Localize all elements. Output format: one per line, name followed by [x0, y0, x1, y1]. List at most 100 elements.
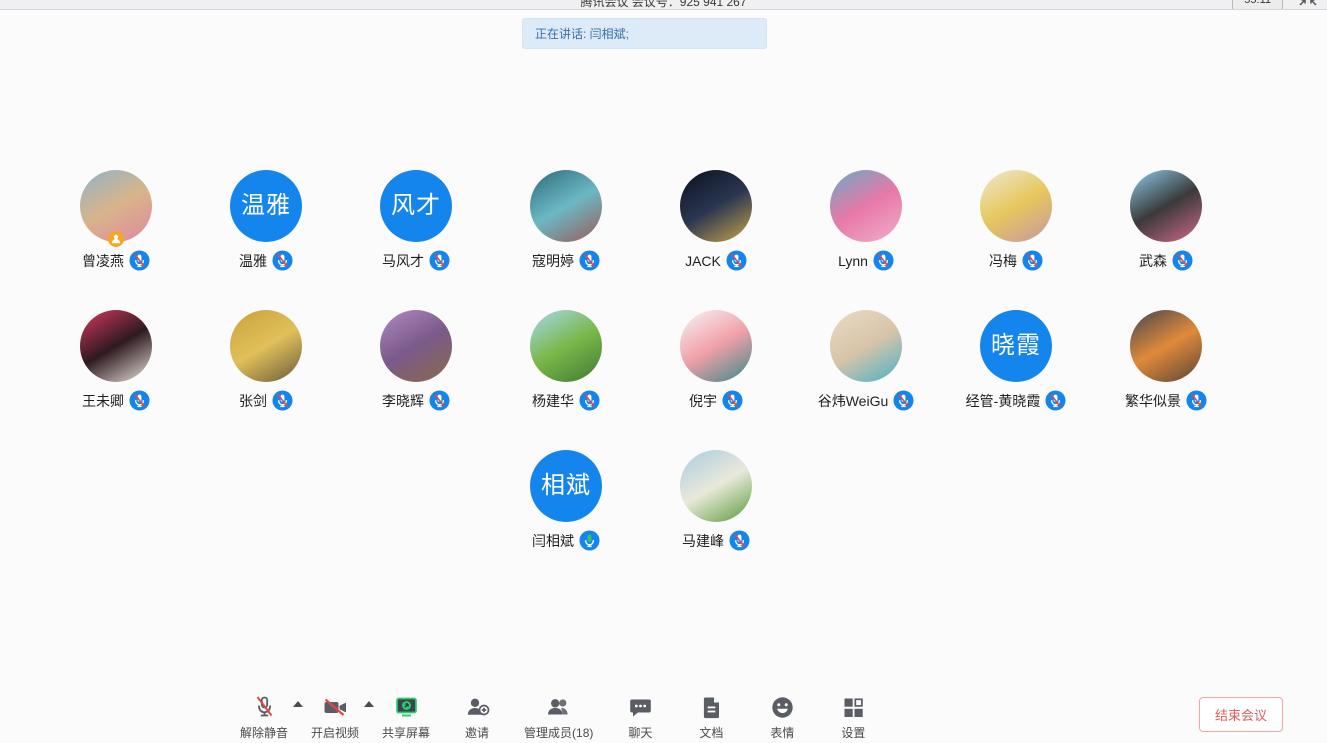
mic-muted-icon — [579, 250, 600, 271]
avatar: 温雅 — [230, 170, 302, 242]
toolbar-item-settings[interactable]: 设置 — [829, 694, 877, 741]
participant-tile[interactable]: 繁华似景 — [1091, 310, 1241, 450]
mic-muted-icon — [251, 694, 278, 721]
toolbar-item-start-video[interactable]: 开启视频 — [311, 694, 359, 741]
avatar: 风才 — [380, 170, 452, 242]
participant-name-row: 马建峰 — [682, 530, 750, 551]
toolbar-item-invite[interactable]: 邀请 — [453, 694, 501, 741]
participant-tile[interactable]: 王未卿 — [41, 310, 191, 450]
participant-tile[interactable]: 相斌 闫相斌 — [491, 450, 641, 590]
participant-name-row: 经管-黄晓霞 — [966, 390, 1067, 411]
participant-name-row: 曾凌燕 — [82, 250, 150, 271]
participant-tile[interactable]: 寇明婷 — [491, 170, 641, 310]
participant-tile[interactable]: 冯梅 — [941, 170, 1091, 310]
chat-icon — [627, 694, 654, 721]
participant-name: JACK — [685, 253, 721, 269]
camera-off-icon — [322, 694, 349, 721]
participant-tile[interactable]: 杨建华 — [491, 310, 641, 450]
participant-name-row: 杨建华 — [532, 390, 600, 411]
toolbar-item-share-screen[interactable]: 共享屏幕 — [382, 694, 430, 741]
participant-name-row: 闫相斌 — [532, 530, 600, 551]
participant-tile[interactable]: 风才 马风才 — [341, 170, 491, 310]
mic-muted-icon — [1022, 250, 1043, 271]
participant-name-row: 李晓辉 — [382, 390, 450, 411]
participant-name: 繁华似景 — [1125, 391, 1181, 411]
end-meeting-button[interactable]: 结束会议 — [1199, 697, 1283, 732]
avatar-initials: 风才 — [391, 194, 441, 218]
mic-muted-icon — [893, 390, 914, 411]
avatar — [680, 310, 752, 382]
mic-muted-icon — [1045, 390, 1066, 411]
meeting-title: 腾讯会议 会议号：925 941 267 — [0, 0, 1327, 10]
toolbar-item-docs[interactable]: 文档 — [687, 694, 735, 741]
active-speaker-banner: 正在讲话: 闫相斌; — [522, 18, 767, 49]
participant-name: 杨建华 — [532, 391, 574, 411]
avatar-initials: 相斌 — [541, 474, 591, 498]
participant-name-row: 冯梅 — [989, 250, 1043, 271]
toolbar-item-chat[interactable]: 聊天 — [616, 694, 664, 741]
toolbar-item-manage-members[interactable]: 管理成员(18) — [524, 694, 593, 741]
mic-muted-icon — [272, 390, 293, 411]
mic-on-icon — [579, 530, 600, 551]
avatar-initials: 晓霞 — [991, 334, 1041, 358]
fullscreen-toggle-icon[interactable] — [1297, 0, 1319, 8]
toolbar-item-label: 解除静音 — [240, 724, 288, 741]
participant-tile[interactable]: 晓霞 经管-黄晓霞 — [941, 310, 1091, 450]
participant-name: 王未卿 — [82, 391, 124, 411]
avatar — [530, 310, 602, 382]
participant-tile[interactable]: 谷炜WeiGu — [791, 310, 941, 450]
meeting-timer: 55:11 — [1232, 0, 1283, 10]
document-icon — [698, 694, 725, 721]
share-screen-icon — [393, 694, 420, 721]
participant-name: 冯梅 — [989, 251, 1017, 271]
settings-icon — [840, 694, 867, 721]
participant-name-row: 倪宇 — [689, 390, 743, 411]
avatar — [830, 170, 902, 242]
participant-tile[interactable]: 温雅 温雅 — [191, 170, 341, 310]
participants-grid: 曾凌燕 温雅 温雅 风才 马风才 — [41, 170, 1241, 590]
participant-tile[interactable]: 武森 — [1091, 170, 1241, 310]
mic-muted-icon — [873, 250, 894, 271]
avatar-initials: 温雅 — [241, 194, 291, 218]
participant-tile[interactable]: 张剑 — [191, 310, 341, 450]
mic-muted-icon — [726, 250, 747, 271]
participant-tile[interactable]: 曾凌燕 — [41, 170, 191, 310]
participant-name-row: JACK — [685, 250, 747, 271]
participant-tile[interactable]: Lynn — [791, 170, 941, 310]
mic-muted-icon — [129, 390, 150, 411]
active-speaker-label: 正在讲话: 闫相斌; — [535, 27, 629, 41]
toolbar-item-label: 文档 — [699, 724, 723, 741]
emoji-icon — [769, 694, 796, 721]
participant-name: 李晓辉 — [382, 391, 424, 411]
participant-name-row: 繁华似景 — [1125, 390, 1207, 411]
mic-muted-icon — [1172, 250, 1193, 271]
participant-tile[interactable]: 马建峰 — [641, 450, 791, 590]
participant-name: 闫相斌 — [532, 531, 574, 551]
toolbar-item-label: 聊天 — [628, 724, 652, 741]
avatar — [530, 170, 602, 242]
expand-arrow-icon[interactable] — [293, 701, 303, 707]
avatar — [680, 450, 752, 522]
participant-name-row: Lynn — [838, 250, 894, 271]
participant-name: 张剑 — [239, 391, 267, 411]
participant-tile[interactable]: 倪宇 — [641, 310, 791, 450]
participant-name: 温雅 — [239, 251, 267, 271]
host-badge-icon — [108, 231, 124, 247]
toolbar-item-label: 共享屏幕 — [382, 724, 430, 741]
mic-muted-icon — [579, 390, 600, 411]
toolbar-item-emoji[interactable]: 表情 — [758, 694, 806, 741]
participant-name: 曾凌燕 — [82, 251, 124, 271]
participant-name: 马建峰 — [682, 531, 724, 551]
avatar — [230, 310, 302, 382]
avatar — [380, 310, 452, 382]
toolbar-item-unmute[interactable]: 解除静音 — [240, 694, 288, 741]
participant-name: 马风才 — [382, 251, 424, 271]
mic-muted-icon — [722, 390, 743, 411]
avatar: 相斌 — [530, 450, 602, 522]
participant-name: 谷炜WeiGu — [818, 391, 889, 411]
participant-tile[interactable]: 李晓辉 — [341, 310, 491, 450]
expand-arrow-icon[interactable] — [364, 701, 374, 707]
mic-muted-icon — [429, 390, 450, 411]
participant-tile[interactable]: JACK — [641, 170, 791, 310]
avatar — [80, 310, 152, 382]
